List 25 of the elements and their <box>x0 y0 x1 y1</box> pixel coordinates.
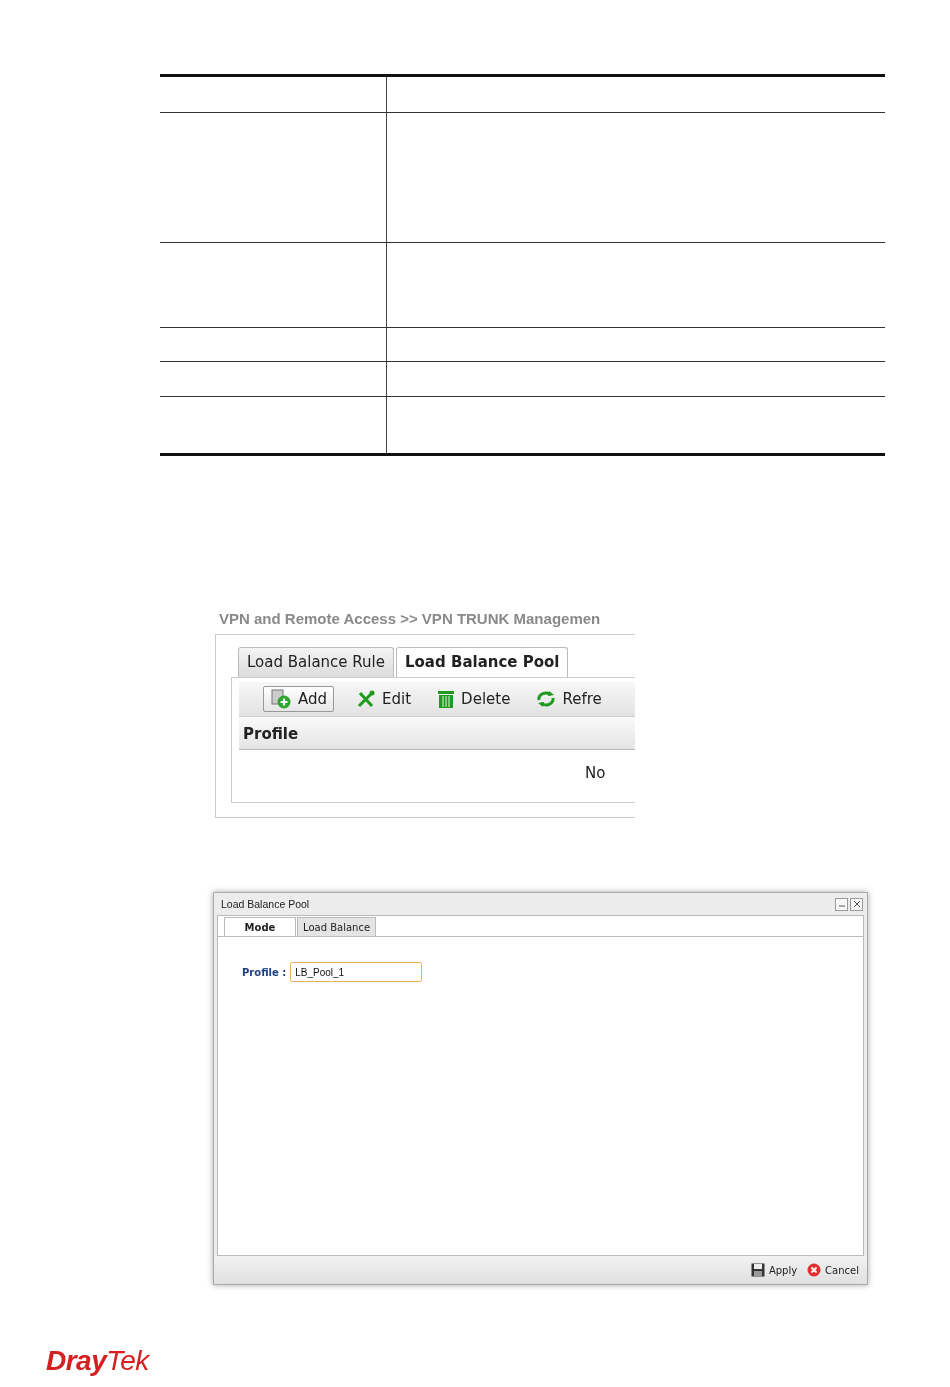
window-title: Load Balance Pool <box>221 898 310 910</box>
cancel-button[interactable]: Cancel <box>807 1263 859 1277</box>
refresh-icon <box>536 690 557 708</box>
field-label: Profile : <box>242 966 287 978</box>
tab[interactable]: Load Balance <box>297 917 377 936</box>
apply-button[interactable]: Apply <box>750 1263 798 1277</box>
add-icon <box>270 689 292 709</box>
column-header: Profile <box>239 717 635 750</box>
tab[interactable]: Load Balance Pool <box>396 647 569 677</box>
save-icon <box>750 1263 765 1277</box>
edit-button[interactable]: Edit <box>352 687 416 711</box>
cancel-icon <box>807 1263 822 1277</box>
trash-icon <box>437 689 456 709</box>
logo: DrayTek <box>46 1345 149 1377</box>
close-icon <box>852 900 861 908</box>
tab[interactable]: Mode <box>224 917 296 936</box>
add-button[interactable]: Add <box>263 686 335 712</box>
tools-icon <box>356 689 377 709</box>
refresh-button[interactable]: Refre <box>532 688 606 710</box>
empty-message: No <box>585 764 606 782</box>
close-button[interactable] <box>850 897 863 911</box>
breadcrumb: VPN and Remote Access >> VPN TRUNK Managemen <box>218 609 602 629</box>
delete-button[interactable]: Delete <box>433 687 515 711</box>
profile-field[interactable]: LB_Pool_1 <box>290 962 423 982</box>
tab[interactable]: Load Balance Rule <box>238 647 394 677</box>
